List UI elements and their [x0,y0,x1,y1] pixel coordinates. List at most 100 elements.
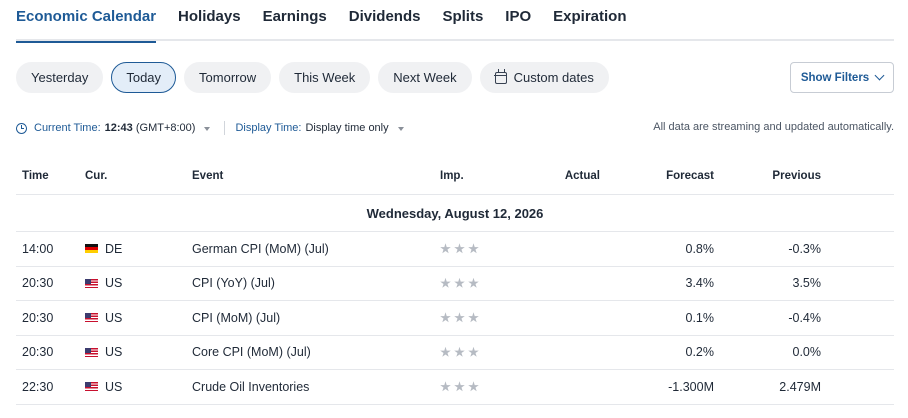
header-time: Time [22,169,49,182]
tab-economic-calendar[interactable]: Economic Calendar [16,0,157,43]
next-week-button[interactable]: Next Week [378,62,472,93]
display-time-label: Display Time: [235,122,302,134]
currency-code: US [105,276,123,291]
event-previous: -0.4% [788,310,821,325]
event-name[interactable]: Core CPI (MoM) (Jul) [192,345,440,359]
importance-stars [440,381,500,392]
star-icon [454,381,465,392]
event-name[interactable]: German CPI (MoM) (Jul) [192,242,440,256]
table-row[interactable]: 14:00 DE German CPI (MoM) (Jul) 0.8% -0.… [16,232,894,267]
tab-expiration[interactable]: Expiration [553,0,626,41]
event-forecast: 0.2% [685,345,715,360]
current-time-label: Current Time: [34,122,101,134]
us-flag-icon [85,382,98,392]
tab-earnings[interactable]: Earnings [263,0,327,41]
star-icon [454,346,465,357]
event-forecast: 0.1% [685,310,715,325]
custom-dates-label: Custom dates [513,70,594,85]
table-header: Time Cur. Event Imp. Actual Forecast Pre… [16,157,894,195]
star-icon [440,381,451,392]
event-time: 20:30 [22,345,54,360]
importance-stars [440,312,500,323]
event-currency: US [85,380,192,394]
star-icon [440,312,451,323]
us-flag-icon [85,278,98,288]
header-actual: Actual [564,169,600,182]
streaming-note: All data are streaming and updated autom… [653,121,894,133]
custom-dates-button[interactable]: Custom dates [479,62,609,93]
importance-stars [440,346,500,358]
header-currency: Cur. [85,169,108,182]
tab-dividends[interactable]: Dividends [349,0,421,41]
event-currency: US [85,345,192,359]
header-previous: Previous [772,169,821,182]
event-forecast: -1.300M [668,379,714,394]
event-currency: US [85,311,192,325]
star-icon [468,346,479,357]
header-forecast: Forecast [666,169,714,182]
calendar-icon [494,68,508,84]
event-forecast: 0.8% [685,241,715,256]
economic-calendar-table: Time Cur. Event Imp. Actual Forecast Pre… [16,157,894,405]
star-icon [468,312,479,323]
today-button[interactable]: Today [111,62,177,93]
timezone-dropdown-icon[interactable] [204,127,211,131]
table-row[interactable]: 20:30 US CPI (YoY) (Jul) 3.4% 3.5% [16,267,894,301]
importance-stars [440,243,500,254]
show-filters-button[interactable]: Show Filters [790,62,894,93]
yesterday-button[interactable]: Yesterday [16,62,104,93]
event-name[interactable]: Crude Oil Inventories [192,380,440,394]
event-time: 22:30 [22,379,54,394]
current-time-value: 12:43 (GMT+8:00) [105,122,196,134]
header-importance: Imp. [440,169,464,182]
tab-ipo[interactable]: IPO [505,0,531,41]
timezone: (GMT+8:00) [135,122,196,134]
current-time: 12:43 [104,122,133,134]
event-previous: 0.0% [792,345,822,360]
event-previous: -0.3% [788,241,821,256]
table-row[interactable]: 20:30 US Core CPI (MoM) (Jul) 0.2% 0.0% [16,336,894,370]
currency-code: US [105,310,123,325]
importance-stars [440,277,500,289]
event-name[interactable]: CPI (MoM) (Jul) [192,311,440,325]
star-icon [468,277,479,288]
tab-holidays[interactable]: Holidays [178,0,241,41]
star-icon [440,277,451,288]
us-flag-icon [85,313,98,323]
event-forecast: 3.4% [685,276,715,291]
star-icon [454,312,465,323]
currency-code: DE [105,241,123,256]
event-currency: US [85,276,192,290]
us-flag-icon [85,347,98,357]
divider [224,121,226,135]
event-time: 14:00 [22,241,54,256]
currency-code: US [105,345,123,360]
currency-code: US [105,379,123,394]
display-time-dropdown-icon[interactable] [397,127,404,131]
time-settings-bar: Current Time: 12:43 (GMT+8:00) Display T… [16,120,894,136]
event-previous: 3.5% [792,276,822,291]
calendar-tabs: Economic Calendar Holidays Earnings Divi… [16,0,894,43]
tomorrow-button[interactable]: Tomorrow [184,62,272,93]
show-filters-label: Show Filters [800,71,870,84]
display-time-value[interactable]: Display time only [305,122,388,134]
star-icon [468,381,479,392]
star-icon [454,243,465,254]
event-time: 20:30 [22,310,54,325]
event-previous: 2.479M [779,379,821,394]
tab-splits[interactable]: Splits [442,0,483,41]
date-group-header: Wednesday, August 12, 2026 [16,195,894,232]
event-time: 20:30 [22,276,54,291]
event-name[interactable]: CPI (YoY) (Jul) [192,276,440,290]
date-filter-bar: Yesterday Today Tomorrow This Week Next … [16,62,617,93]
table-row[interactable]: 20:30 US CPI (MoM) (Jul) 0.1% -0.4% [16,301,894,336]
header-event: Event [192,169,224,182]
clock-icon [16,122,27,134]
chevron-down-icon [874,70,885,81]
star-icon [440,243,451,254]
event-currency: DE [85,242,192,256]
star-icon [440,346,451,357]
de-flag-icon [85,244,98,254]
this-week-button[interactable]: This Week [279,62,371,93]
table-row[interactable]: 22:30 US Crude Oil Inventories -1.300M 2… [16,370,894,405]
